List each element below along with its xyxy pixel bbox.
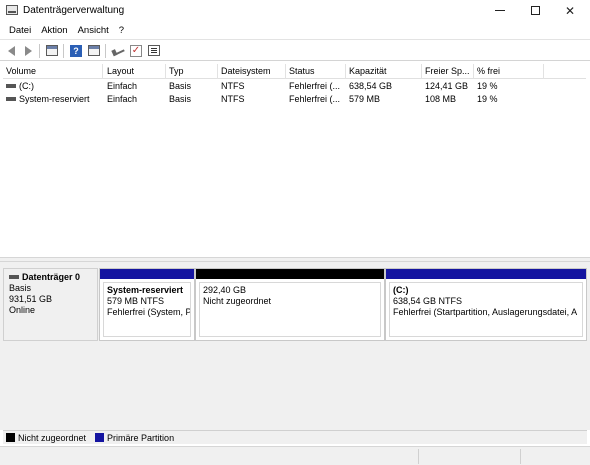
volume-freier-speicher: 124,41 GB — [425, 81, 469, 91]
minimize-button[interactable] — [483, 0, 517, 21]
properties-button[interactable] — [87, 44, 101, 57]
help-button[interactable]: ? — [69, 44, 83, 57]
column-kapazitaet[interactable]: Kapazität — [346, 64, 422, 79]
volume-prozent-frei: 19 % — [477, 81, 498, 91]
partition-color-bar — [196, 269, 384, 279]
volume-status: Fehlerfrei (... — [289, 94, 341, 104]
partition-status: Fehlerfrei (System, P — [107, 307, 191, 317]
legend-label-unallocated: Nicht zugeordnet — [18, 432, 87, 443]
status-bar — [0, 446, 590, 465]
partition-system-reserviert[interactable]: System-reserviert 579 MB NTFS Fehlerfrei… — [99, 268, 195, 341]
back-arrow-icon — [7, 45, 15, 56]
volume-list-header: Volume Layout Typ Dateisystem Status Kap… — [3, 64, 586, 79]
column-volume[interactable]: Volume — [3, 64, 103, 79]
disk-size: 931,51 GB — [9, 294, 53, 304]
column-prozent-frei[interactable]: % frei — [474, 64, 544, 79]
partition-size: 638,54 GB NTFS — [393, 296, 463, 306]
volume-freier-speicher: 108 MB — [425, 94, 457, 104]
maximize-button[interactable] — [518, 0, 552, 21]
forward-button[interactable] — [21, 44, 35, 57]
partition-size: 292,40 GB — [203, 285, 247, 295]
legend-label-primary: Primäre Partition — [107, 432, 175, 443]
legend-swatch-primary — [95, 433, 105, 442]
properties-icon — [88, 45, 100, 56]
volume-name: (C:) — [19, 81, 34, 91]
volume-status: Fehlerfrei (... — [289, 81, 341, 91]
menu-datei[interactable]: Datei — [4, 25, 36, 36]
partition-size: 579 MB NTFS — [107, 296, 165, 306]
toolbar-separator — [63, 44, 64, 58]
list-view-button[interactable] — [147, 44, 161, 57]
drive-icon — [6, 96, 16, 101]
toolbar-separator — [39, 44, 40, 58]
volume-typ: Basis — [169, 81, 192, 91]
partition-title: System-reserviert — [107, 285, 184, 295]
maximize-icon — [530, 6, 540, 15]
check-icon: ✓ — [130, 44, 142, 57]
status-bar-segment — [520, 449, 521, 464]
partition-title: (C:) — [393, 285, 409, 295]
list-view-icon — [148, 45, 160, 56]
column-layout[interactable]: Layout — [104, 64, 166, 79]
volume-typ: Basis — [169, 94, 192, 104]
legend-swatch-unallocated — [6, 433, 15, 442]
forward-arrow-icon — [24, 45, 32, 56]
window-title: Datenträgerverwaltung — [23, 5, 125, 16]
partition-unallocated[interactable]: 292,40 GB Nicht zugeordnet — [195, 268, 385, 341]
disk-icon — [9, 274, 19, 279]
title-bar: Datenträgerverwaltung ✕ — [0, 0, 590, 21]
check-button[interactable]: ✓ — [129, 44, 143, 57]
menu-aktion[interactable]: Aktion — [36, 25, 72, 36]
column-status[interactable]: Status — [286, 64, 346, 79]
volume-layout: Einfach — [107, 81, 138, 91]
volume-row-system-reserviert[interactable]: System-reserviert Einfach Basis NTFS Feh… — [3, 93, 586, 106]
partition-color-bar — [100, 269, 194, 279]
volume-dateisystem: NTFS — [221, 81, 245, 91]
toolbar-separator — [105, 44, 106, 58]
volume-prozent-frei: 19 % — [477, 94, 498, 104]
help-icon: ? — [70, 44, 82, 57]
partition-status: Nicht zugeordnet — [203, 296, 272, 306]
minimize-icon — [495, 10, 505, 11]
console-tree-button[interactable] — [45, 44, 59, 57]
status-bar-segment — [418, 449, 419, 464]
menu-help[interactable]: ? — [114, 25, 129, 36]
volume-layout: Einfach — [107, 94, 138, 104]
drive-icon — [6, 83, 16, 88]
disk-management-icon — [6, 5, 18, 15]
volume-row-c[interactable]: (C:) Einfach Basis NTFS Fehlerfrei (... … — [3, 80, 586, 93]
disk-state: Online — [9, 305, 36, 315]
disk-0-label[interactable]: Datenträger 0 Basis 931,51 GB Online — [3, 268, 98, 341]
partition-status: Fehlerfrei (Startpartition, Auslagerungs… — [393, 307, 578, 317]
column-dateisystem[interactable]: Dateisystem — [218, 64, 286, 79]
partition-c[interactable]: (C:) 638,54 GB NTFS Fehlerfrei (Startpar… — [385, 268, 587, 341]
column-typ[interactable]: Typ — [166, 64, 218, 79]
console-tree-icon — [46, 45, 58, 56]
back-button[interactable] — [4, 44, 18, 57]
key-button[interactable] — [111, 44, 125, 57]
volume-kapazitaet: 638,54 GB — [349, 81, 393, 91]
menu-ansicht[interactable]: Ansicht — [73, 25, 114, 36]
key-icon — [111, 45, 125, 56]
volume-kapazitaet: 579 MB — [349, 94, 381, 104]
partition-color-bar — [386, 269, 586, 279]
column-freier-speicher[interactable]: Freier Sp... — [422, 64, 474, 79]
disk-type: Basis — [9, 283, 32, 293]
close-button[interactable]: ✕ — [553, 0, 587, 21]
volume-name: System-reserviert — [19, 94, 90, 104]
menu-bar: Datei Aktion Ansicht ? — [0, 21, 590, 39]
toolbar: ? ✓ — [0, 39, 590, 61]
disk-name: Datenträger 0 — [22, 272, 81, 282]
volume-dateisystem: NTFS — [221, 94, 245, 104]
legend: Nicht zugeordnet Primäre Partition — [3, 430, 587, 444]
